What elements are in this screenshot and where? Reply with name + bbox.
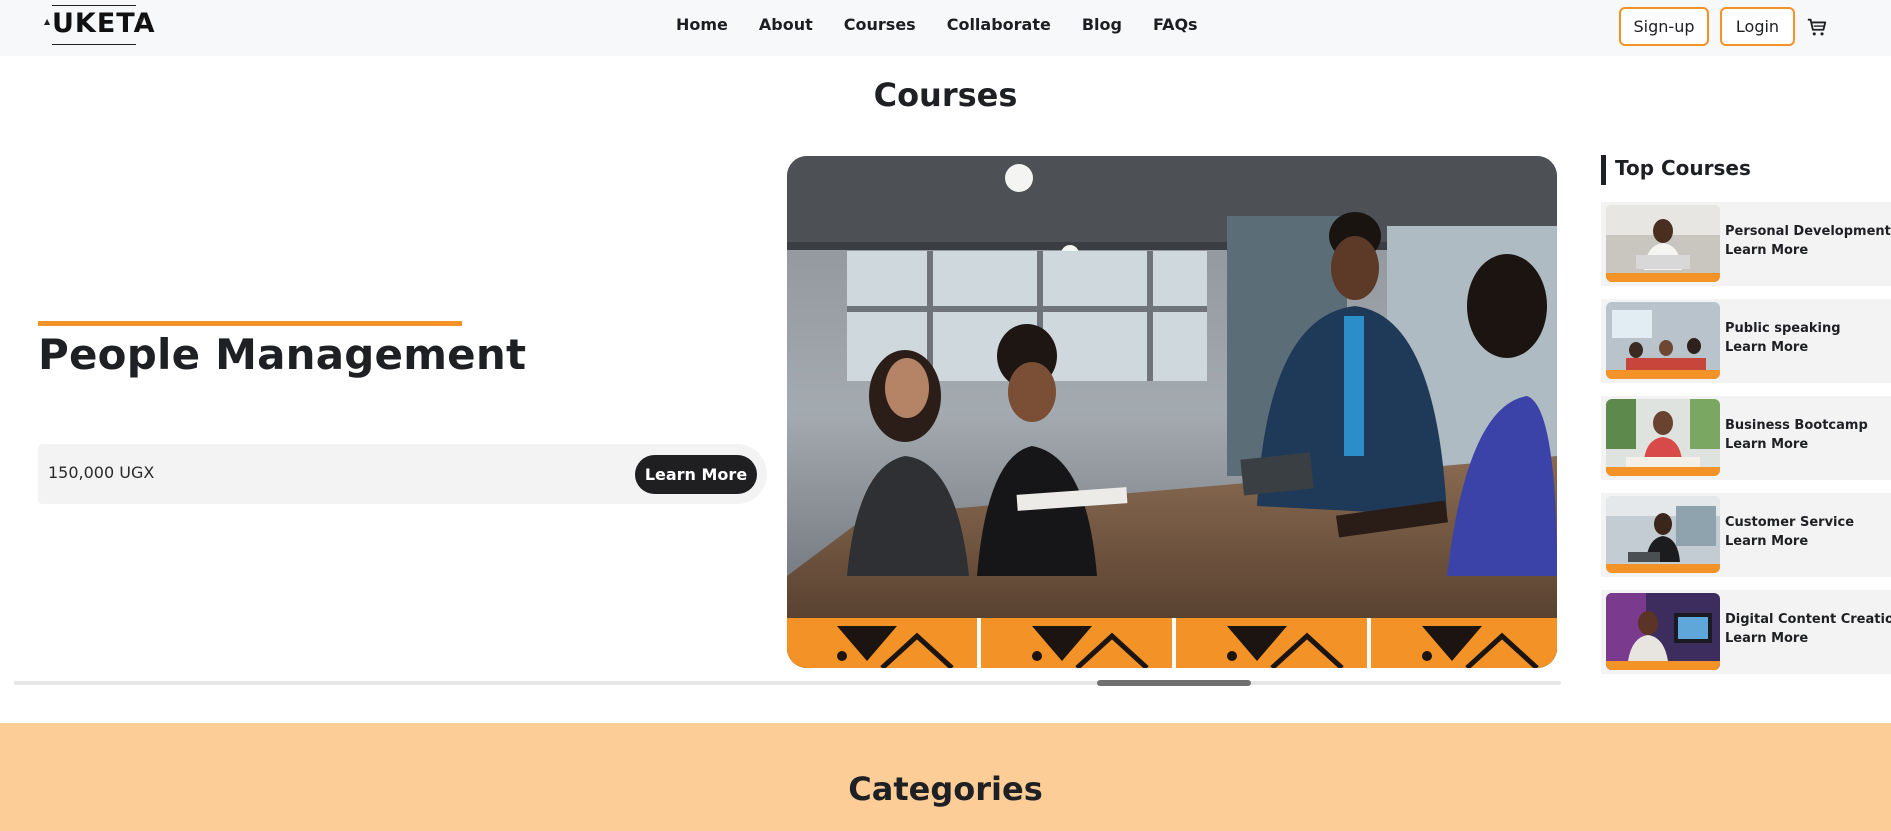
uketa-logo[interactable]: ▲ UKETA ▼ (44, 5, 155, 45)
featured-course-price: 150,000 UGX (48, 463, 155, 482)
top-course-card[interactable]: Business Bootcamp Learn More (1601, 396, 1891, 480)
nav-blog[interactable]: Blog (1082, 14, 1122, 36)
course-learn-more-link[interactable]: Learn More (1725, 437, 1808, 452)
site-header: ▲ UKETA ▼ Home About Courses Collaborate… (0, 0, 1891, 56)
course-learn-more-link[interactable]: Learn More (1725, 340, 1808, 355)
signup-button[interactable]: Sign-up (1619, 7, 1709, 46)
feature-accent-rule (38, 321, 462, 326)
course-name: Customer Service (1725, 515, 1855, 530)
nav-home[interactable]: Home (676, 14, 728, 36)
course-name: Digital Content Creation (1725, 612, 1891, 627)
featured-price-bar: 150,000 UGX Learn More (38, 444, 767, 504)
featured-course-title: People Management (38, 330, 527, 379)
featured-learn-more-button[interactable]: Learn More (635, 455, 757, 494)
course-thumbnail (1606, 205, 1720, 282)
course-thumbnail (1606, 496, 1720, 573)
courses-heading: Courses (873, 76, 1018, 114)
cart-icon[interactable] (1806, 16, 1828, 38)
top-course-card[interactable]: Public speaking Learn More (1601, 299, 1891, 383)
course-thumbnail (1606, 302, 1720, 379)
course-name: Public speaking (1725, 321, 1841, 336)
course-learn-more-link[interactable]: Learn More (1725, 631, 1808, 646)
logo-triangle-icon: ▲ (44, 17, 51, 26)
top-course-card[interactable]: Customer Service Learn More (1601, 493, 1891, 577)
logo-text: UKETA (52, 5, 155, 45)
top-course-card[interactable]: Digital Content Creation Learn More (1601, 590, 1891, 674)
top-course-card[interactable]: Personal Development Learn More (1601, 202, 1891, 286)
featured-course-image[interactable] (787, 156, 1557, 668)
nav-collaborate[interactable]: Collaborate (947, 14, 1051, 36)
nav-courses[interactable]: Courses (844, 14, 916, 36)
course-name: Business Bootcamp (1725, 418, 1868, 433)
course-name: Personal Development (1725, 224, 1891, 239)
carousel-scroll-track[interactable] (14, 681, 1561, 685)
top-courses-accent-bar (1601, 155, 1606, 185)
course-thumbnail (1606, 399, 1720, 476)
course-learn-more-link[interactable]: Learn More (1725, 243, 1808, 258)
categories-heading: Categories (848, 770, 1043, 808)
nav-about[interactable]: About (759, 14, 813, 36)
course-learn-more-link[interactable]: Learn More (1725, 534, 1808, 549)
login-button[interactable]: Login (1720, 7, 1795, 46)
nav-faqs[interactable]: FAQs (1153, 14, 1198, 36)
carousel-scroll-thumb[interactable] (1097, 680, 1251, 686)
top-courses-heading: Top Courses (1615, 156, 1751, 180)
main-nav: Home About Courses Collaborate Blog FAQs (676, 14, 1229, 36)
logo-triangle-icon: ▼ (137, 17, 144, 26)
course-thumbnail (1606, 593, 1720, 670)
